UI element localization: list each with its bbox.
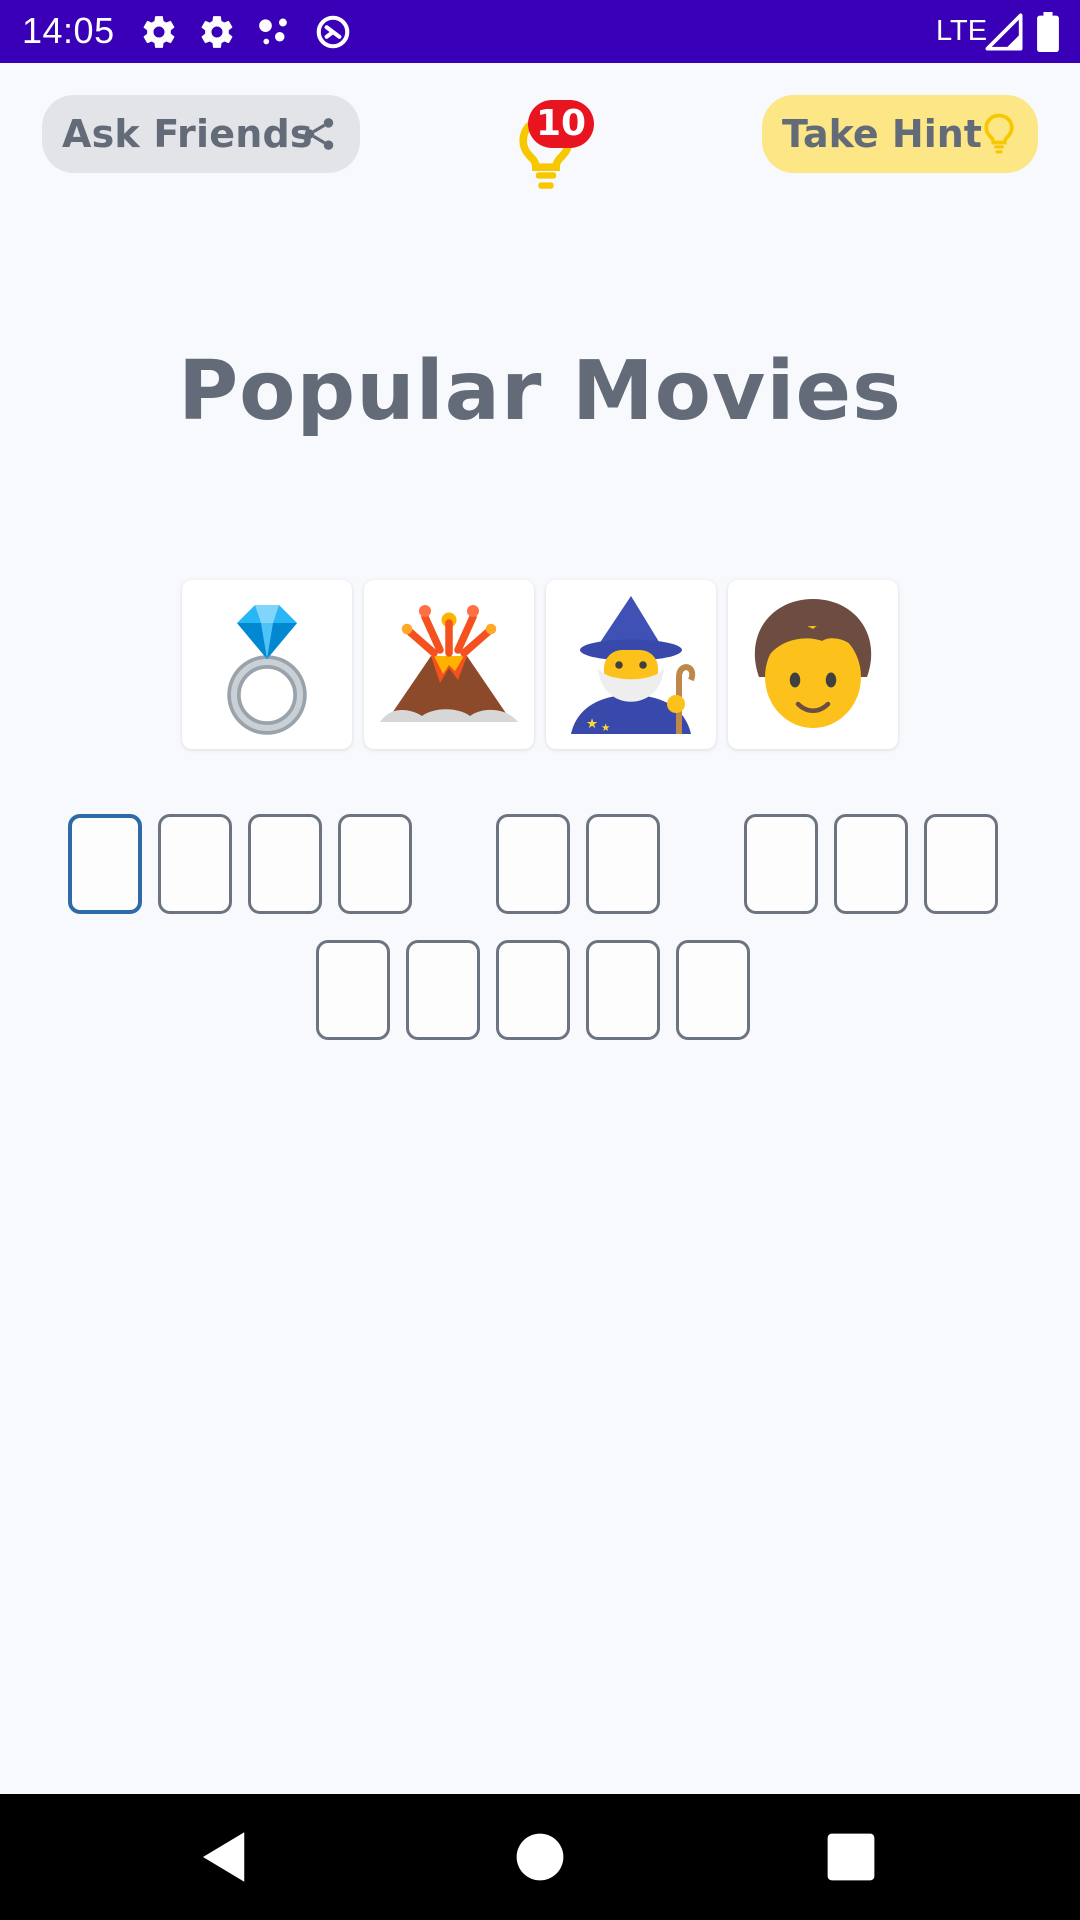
status-bar: 14:05 LTE — [0, 0, 1080, 63]
home-button[interactable] — [507, 1824, 573, 1890]
letter-slot[interactable] — [496, 940, 570, 1040]
letter-slot[interactable] — [924, 814, 998, 914]
svg-text:★: ★ — [601, 722, 610, 734]
letter-slot[interactable] — [834, 814, 908, 914]
emoji-clue-wizard: ★ ★ — [546, 580, 716, 749]
status-time: 14:05 — [22, 10, 115, 51]
settings-icon — [143, 16, 175, 48]
category-title: Popular Movies — [178, 344, 902, 439]
back-button[interactable] — [192, 1824, 258, 1890]
emoji-clue-child — [728, 580, 898, 749]
hint-counter[interactable]: 10 — [508, 100, 594, 190]
share-icon — [304, 118, 334, 150]
emoji-clue-volcano — [364, 580, 534, 749]
letter-slot[interactable] — [158, 814, 232, 914]
take-hint-label: Take Hint — [782, 112, 982, 156]
navigation-bar — [0, 1794, 1080, 1920]
letter-slot[interactable] — [338, 814, 412, 914]
letter-slot[interactable] — [406, 940, 480, 1040]
signal-icon — [985, 13, 1023, 51]
letter-slot[interactable] — [68, 814, 142, 914]
letter-slot[interactable] — [248, 814, 322, 914]
letter-slot[interactable] — [744, 814, 818, 914]
assistant-dots-icon — [259, 18, 287, 45]
network-type: LTE — [936, 15, 988, 47]
recents-button[interactable] — [818, 1824, 884, 1890]
ask-friends-button[interactable]: Ask Friends — [42, 95, 360, 173]
letter-slot[interactable] — [586, 814, 660, 914]
ask-friends-label: Ask Friends — [62, 112, 313, 156]
child-emoji — [754, 599, 872, 728]
sync-icon — [316, 15, 350, 49]
settings-icon — [201, 16, 233, 48]
letter-slot[interactable] — [586, 940, 660, 1040]
letter-slot[interactable] — [316, 940, 390, 1040]
svg-text:★: ★ — [586, 716, 598, 732]
volcano-emoji — [380, 605, 518, 722]
battery-icon — [1037, 12, 1059, 52]
take-hint-button[interactable]: Take Hint — [762, 95, 1038, 173]
ring-emoji — [227, 605, 307, 735]
emoji-clue-ring — [182, 580, 352, 749]
letter-slot[interactable] — [496, 814, 570, 914]
letter-slot[interactable] — [676, 940, 750, 1040]
wizard-emoji: ★ ★ — [571, 596, 696, 734]
lightbulb-icon — [984, 113, 1014, 154]
hint-count-badge: 10 — [528, 100, 594, 148]
